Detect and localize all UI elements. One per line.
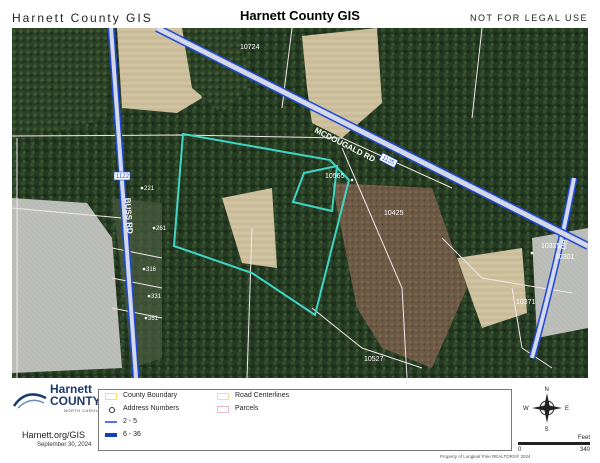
map-footer: Harnett COUNTY NORTH CAROLINA Harnett.or…: [0, 380, 600, 463]
road-shield-west: 1122: [116, 174, 130, 180]
scale-end: 340: [580, 447, 591, 453]
legend-road-centerlines: Road Centerlines: [235, 392, 290, 399]
credit-text: Property of Longleaf Pine REALTORS® 2024: [440, 454, 531, 459]
logo-name: Harnett COUNTY: [50, 383, 101, 407]
scale-bar-line: [518, 442, 590, 445]
legend-parcels: Parcels: [235, 405, 259, 412]
compass-south: S: [545, 427, 549, 433]
legend-address-dot: [109, 407, 115, 413]
disclaimer: NOT FOR LEGAL USE: [469, 13, 588, 23]
map-date: September 30, 2024: [37, 442, 92, 448]
parcel-number: 10425: [384, 210, 404, 217]
legend-road-centerlines-swatch: [217, 393, 229, 400]
legend-county-boundary: County Boundary: [123, 392, 178, 399]
logo-name-line2: COUNTY: [50, 394, 101, 408]
compass-north: N: [545, 387, 549, 393]
compass-icon: N S E W: [523, 387, 569, 433]
compass-rose: N S E W: [522, 383, 572, 433]
compass-west: W: [523, 406, 529, 412]
address-number: 351: [148, 316, 159, 322]
aerial-map[interactable]: MCDOUGALD RD 1125 BUSS RD 1122 DR 10724 …: [12, 28, 588, 378]
parcel-number: 10565: [325, 173, 345, 180]
map-canvas[interactable]: MCDOUGALD RD 1125 BUSS RD 1122 DR 10724 …: [12, 28, 588, 378]
legend-address-numbers: Address Numbers: [123, 405, 180, 412]
parcel-number: 10724: [240, 44, 260, 51]
map-header: Harnett County GIS Harnett County GIS NO…: [0, 0, 600, 30]
address-number: 331: [151, 294, 162, 300]
parcel-number: 10301: [555, 254, 575, 261]
address-number: 261: [156, 226, 167, 232]
parcel-number: 10527: [364, 356, 384, 363]
scale-start: 0: [518, 447, 522, 453]
scale-unit: Feet: [578, 435, 591, 441]
legend-road-minor: 2 - 5: [123, 418, 138, 425]
compass-east: E: [565, 406, 569, 412]
legend-road-minor-swatch: [105, 421, 117, 423]
parcel-number: 10325: [541, 243, 561, 250]
website-link[interactable]: Harnett.org/GIS: [22, 430, 85, 440]
address-number: 221: [144, 186, 155, 192]
address-number: 316: [146, 267, 157, 273]
map-legend: County Boundary Address Numbers 2 - 5 6 …: [98, 389, 512, 451]
parcel-number: 10371: [516, 299, 536, 306]
legend-parcels-swatch: [217, 406, 229, 413]
legend-county-boundary-swatch: [105, 393, 117, 400]
legend-road-major-swatch: [105, 433, 117, 437]
legend-road-major: 6 - 36: [123, 431, 141, 438]
